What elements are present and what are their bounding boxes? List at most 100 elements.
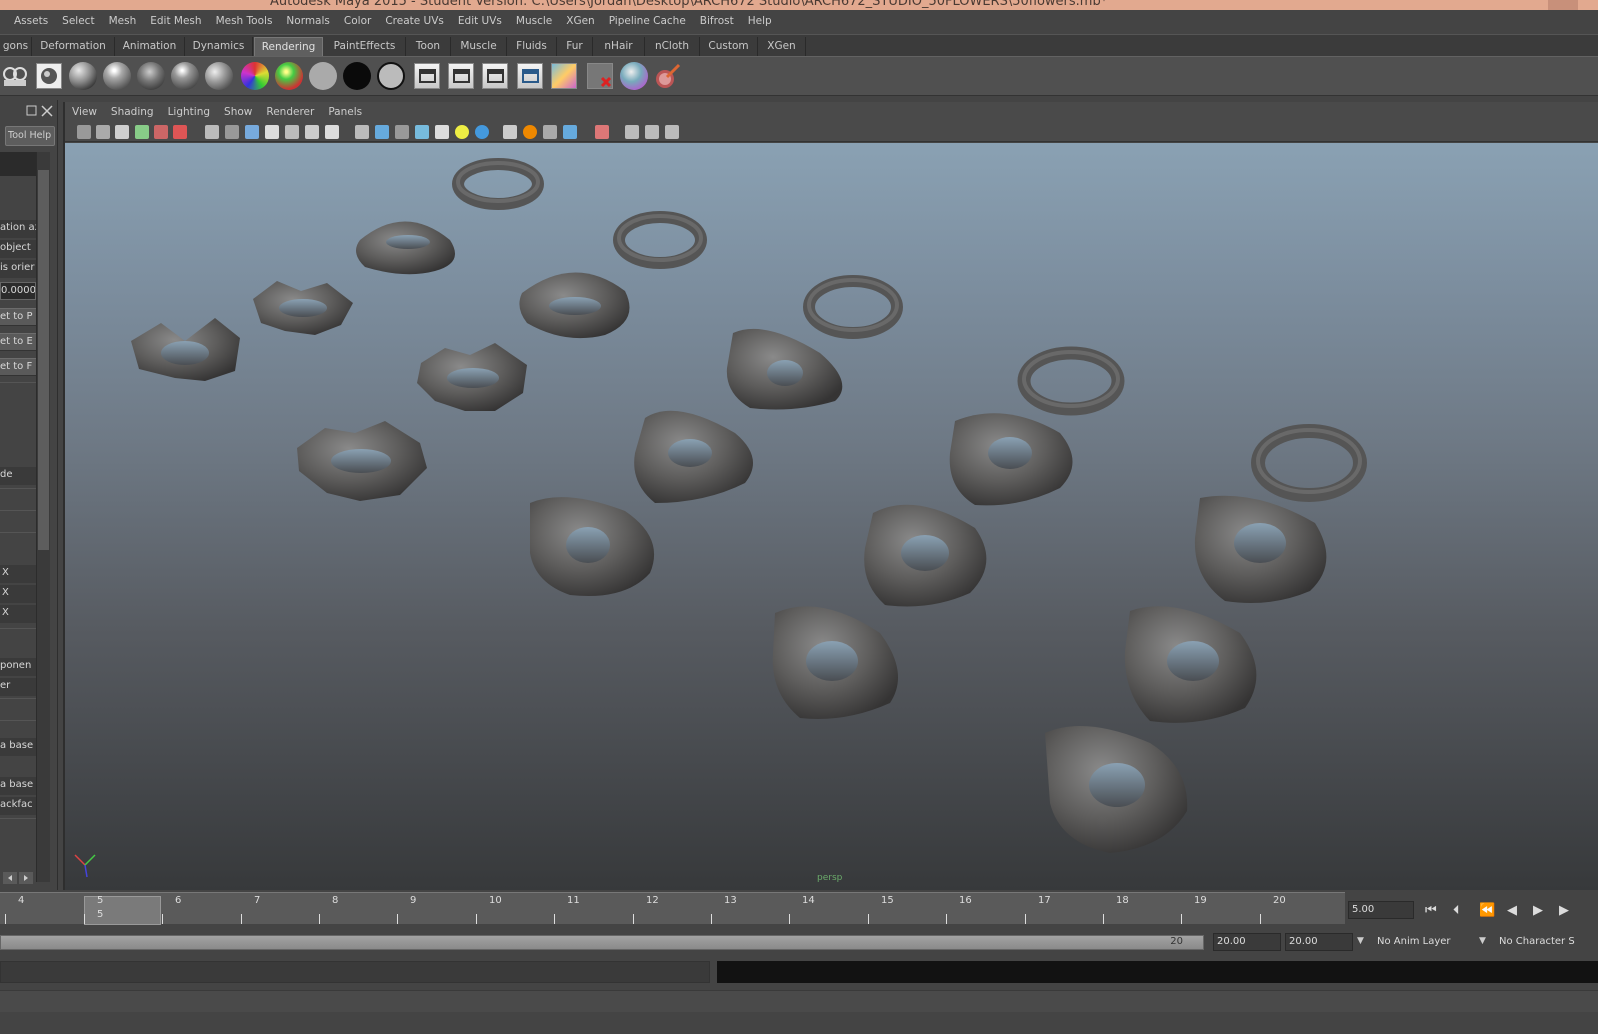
window-controls[interactable] — [1548, 0, 1578, 10]
tab-toon[interactable]: Toon — [406, 37, 451, 57]
tab-muscle[interactable]: Muscle — [451, 37, 507, 57]
torus-ring[interactable] — [613, 211, 707, 269]
playback-end-field[interactable]: 20.00 — [1285, 933, 1353, 951]
surface-shader-icon[interactable] — [308, 61, 338, 91]
command-input[interactable] — [0, 961, 710, 983]
grid-icon[interactable] — [205, 125, 219, 139]
tool-value-field[interactable]: 0.0000 — [0, 282, 36, 300]
character-set-select[interactable]: No Character S — [1495, 933, 1598, 951]
ramp-shader-icon[interactable] — [274, 61, 304, 91]
wireframe-icon[interactable] — [355, 125, 369, 139]
twisted-torus[interactable] — [864, 504, 987, 607]
menu-assets[interactable]: Assets — [0, 15, 55, 27]
menu-edit-mesh[interactable]: Edit Mesh — [143, 15, 208, 27]
batch-render-icon[interactable] — [585, 61, 615, 91]
twisted-torus[interactable] — [772, 606, 898, 719]
tab-rendering[interactable]: Rendering — [254, 37, 323, 57]
render-current-frame-icon[interactable] — [446, 61, 476, 91]
screen-space-ao-icon[interactable] — [503, 125, 517, 139]
lock-camera-icon[interactable] — [96, 125, 110, 139]
twisted-torus[interactable] — [1045, 725, 1188, 853]
scrollbar-thumb[interactable] — [38, 170, 49, 550]
textured-icon[interactable] — [415, 125, 429, 139]
paint-brush-icon[interactable] — [653, 61, 683, 91]
camera-aim-icon[interactable] — [0, 61, 30, 91]
twisted-torus[interactable] — [1124, 606, 1257, 723]
shadows-icon[interactable] — [475, 125, 489, 139]
anim-layer-select[interactable]: No Anim Layer — [1373, 933, 1473, 951]
tab-animation[interactable]: Animation — [115, 37, 185, 57]
twisted-torus[interactable] — [530, 497, 655, 597]
image-plane-icon[interactable] — [135, 125, 149, 139]
go-to-start-icon[interactable]: ⏮ — [1425, 903, 1437, 918]
hypershade-icon[interactable] — [549, 61, 579, 91]
checker-icon[interactable] — [435, 125, 449, 139]
end-time-field[interactable]: 20.00 — [1213, 933, 1281, 951]
wavy-torus[interactable] — [519, 272, 630, 339]
current-time-field[interactable]: 5.00 — [1348, 901, 1414, 919]
smooth-shade-icon[interactable] — [375, 125, 389, 139]
menu-muscle[interactable]: Muscle — [509, 15, 559, 27]
bookmarks-icon[interactable] — [115, 125, 129, 139]
menu-help[interactable]: Help — [741, 15, 779, 27]
tab-ncloth[interactable]: nCloth — [645, 37, 700, 57]
xray-joints-icon[interactable] — [645, 125, 659, 139]
ipr-render-icon[interactable] — [480, 61, 510, 91]
tab-painteffects[interactable]: PaintEffects — [324, 37, 406, 57]
tab-dynamics[interactable]: Dynamics — [185, 37, 253, 57]
current-frame-marker[interactable] — [84, 896, 161, 925]
menu-select[interactable]: Select — [55, 15, 101, 27]
camera-attributes-icon[interactable] — [154, 125, 168, 139]
render-settings-icon[interactable] — [515, 61, 545, 91]
field-chart-icon[interactable] — [285, 125, 299, 139]
menu-panels[interactable]: Panels — [321, 106, 369, 118]
set-to-point-button[interactable]: et to P — [0, 308, 36, 326]
tab-fur[interactable]: Fur — [557, 37, 593, 57]
set-to-face-button[interactable]: et to F — [0, 358, 36, 376]
menu-pipeline-cache[interactable]: Pipeline Cache — [602, 15, 693, 27]
shading-map-icon[interactable] — [376, 61, 406, 91]
chevron-down-icon[interactable]: ▼ — [1479, 936, 1486, 946]
phonge-sphere-icon[interactable] — [170, 61, 200, 91]
step-forward-key-icon[interactable]: ▶ — [1559, 903, 1569, 918]
twisted-torus[interactable] — [634, 410, 753, 503]
tab-custom[interactable]: Custom — [700, 37, 758, 57]
fcheck-icon[interactable] — [619, 61, 649, 91]
step-back-key-icon[interactable]: ⏪ — [1479, 903, 1495, 918]
grease-pencil-icon[interactable] — [173, 125, 187, 139]
scroll-arrows-icon[interactable] — [3, 872, 35, 884]
render-globe-icon[interactable] — [34, 61, 64, 91]
xray-components-icon[interactable] — [665, 125, 679, 139]
chevron-down-icon[interactable]: ▼ — [1357, 936, 1364, 946]
panel-float-icon[interactable] — [24, 104, 58, 118]
xray-icon[interactable] — [625, 125, 639, 139]
isolate-select-icon[interactable] — [595, 125, 609, 139]
menu-lighting[interactable]: Lighting — [161, 106, 217, 118]
step-back-frame-icon[interactable]: ⏴ — [1453, 903, 1460, 918]
torus-ring[interactable] — [1017, 346, 1125, 416]
anti-aliasing-icon[interactable] — [543, 125, 557, 139]
resolution-gate-icon[interactable] — [245, 125, 259, 139]
menu-show[interactable]: Show — [217, 106, 259, 118]
safe-title-icon[interactable] — [325, 125, 339, 139]
select-camera-icon[interactable] — [77, 125, 91, 139]
film-gate-icon[interactable] — [225, 125, 239, 139]
tab-nhair[interactable]: nHair — [593, 37, 645, 57]
time-slider[interactable]: 4 5 6 7 8 9 10 11 12 13 14 15 16 17 18 1… — [0, 892, 1345, 925]
tab-polygons[interactable]: gons — [0, 37, 32, 57]
tab-fluids[interactable]: Fluids — [507, 37, 557, 57]
range-slider[interactable]: 20 — [0, 935, 1204, 950]
wavy-torus[interactable] — [356, 221, 455, 275]
play-backwards-icon[interactable]: ◀ — [1507, 903, 1517, 918]
spiky-torus[interactable] — [131, 318, 240, 381]
spiky-torus[interactable] — [297, 421, 427, 501]
wireframe-on-shaded-icon[interactable] — [395, 125, 409, 139]
menu-normals[interactable]: Normals — [279, 15, 336, 27]
torus-ring[interactable] — [1251, 424, 1367, 502]
tab-deformation[interactable]: Deformation — [32, 37, 115, 57]
twisted-torus[interactable] — [949, 413, 1073, 506]
play-forwards-icon[interactable]: ▶ — [1533, 903, 1543, 918]
menu-color[interactable]: Color — [337, 15, 378, 27]
menu-create-uvs[interactable]: Create UVs — [378, 15, 451, 27]
menu-xgen[interactable]: XGen — [559, 15, 601, 27]
